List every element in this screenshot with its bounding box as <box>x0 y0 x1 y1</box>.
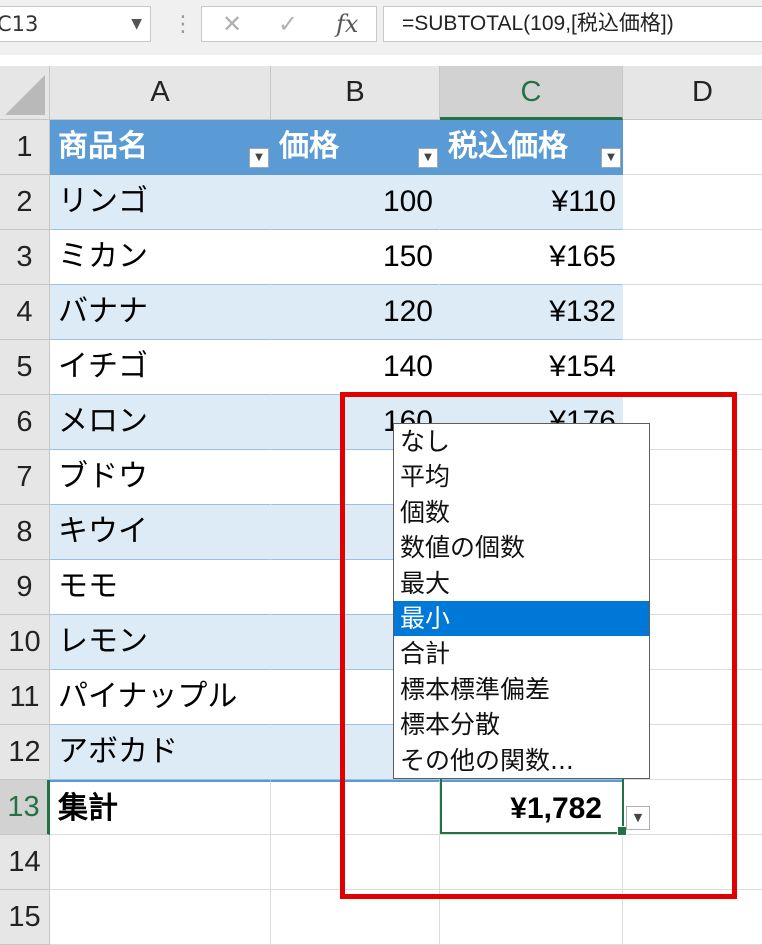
grid-cell[interactable] <box>50 890 271 945</box>
row-header-5[interactable]: 5 <box>0 340 50 395</box>
price-cell[interactable]: 150 <box>271 230 440 285</box>
row-header-14[interactable]: 14 <box>0 835 50 890</box>
name-box-value: C13 <box>0 12 39 36</box>
row-header-8[interactable]: 8 <box>0 505 50 560</box>
chevron-down-icon[interactable]: ▼ <box>131 7 142 41</box>
grid-cell[interactable] <box>623 285 762 340</box>
formula-bar: C13 ▼ ⋮ ✕ ✓ fx =SUBTOTAL(109,[税込価格]) <box>0 0 762 55</box>
product-name-cell[interactable]: バナナ <box>50 285 271 340</box>
more-options-icon[interactable]: ⋮ <box>172 10 194 40</box>
row-header-15[interactable]: 15 <box>0 890 50 945</box>
table-header-cell[interactable]: 商品名 <box>50 120 271 175</box>
row-header-12[interactable]: 12 <box>0 725 50 780</box>
product-name-cell[interactable]: メロン <box>50 395 271 450</box>
row-header-13[interactable]: 13 <box>0 780 50 835</box>
row-header-3[interactable]: 3 <box>0 230 50 285</box>
annotation-highlight-box <box>340 392 737 899</box>
price-cell[interactable]: 100 <box>271 175 440 230</box>
filter-dropdown-icon[interactable]: ▼ <box>249 148 269 168</box>
grid-cell[interactable] <box>50 835 271 890</box>
column-header-d[interactable]: D <box>623 66 762 120</box>
price-cell[interactable]: 120 <box>271 285 440 340</box>
grid-cell[interactable] <box>623 120 762 175</box>
insert-function-icon[interactable]: fx <box>336 7 358 41</box>
filter-dropdown-icon[interactable]: ▼ <box>601 148 621 168</box>
total-label-cell[interactable]: 集計 <box>50 780 271 835</box>
filter-dropdown-icon[interactable]: ▼ <box>418 148 438 168</box>
cancel-icon[interactable]: ✕ <box>222 7 242 41</box>
table-header-cell[interactable]: 価格 <box>271 120 440 175</box>
product-name-cell[interactable]: リンゴ <box>50 175 271 230</box>
row-header-2[interactable]: 2 <box>0 175 50 230</box>
product-name-cell[interactable]: ミカン <box>50 230 271 285</box>
row-header-4[interactable]: 4 <box>0 285 50 340</box>
row-header-9[interactable]: 9 <box>0 560 50 615</box>
product-name-cell[interactable]: レモン <box>50 615 271 670</box>
grid-cell[interactable] <box>623 175 762 230</box>
row-header-6[interactable]: 6 <box>0 395 50 450</box>
product-name-cell[interactable]: キウイ <box>50 505 271 560</box>
grid-cell[interactable] <box>623 230 762 285</box>
product-name-cell[interactable]: ブドウ <box>50 450 271 505</box>
tax-price-cell[interactable]: ¥165 <box>440 230 623 285</box>
price-cell[interactable]: 140 <box>271 340 440 395</box>
enter-icon[interactable]: ✓ <box>278 7 298 41</box>
column-header-b[interactable]: B <box>271 66 440 120</box>
column-header-a[interactable]: A <box>50 66 271 120</box>
row-header-7[interactable]: 7 <box>0 450 50 505</box>
row-header-11[interactable]: 11 <box>0 670 50 725</box>
product-name-cell[interactable]: パイナップル <box>50 670 271 725</box>
row-header-1[interactable]: 1 <box>0 120 50 175</box>
select-all-button[interactable] <box>0 66 50 120</box>
formula-buttons: ✕ ✓ fx <box>201 6 377 42</box>
row-header-10[interactable]: 10 <box>0 615 50 670</box>
name-box[interactable]: C13 ▼ <box>0 6 151 42</box>
product-name-cell[interactable]: イチゴ <box>50 340 271 395</box>
product-name-cell[interactable]: アボカド <box>50 725 271 780</box>
tax-price-cell[interactable]: ¥110 <box>440 175 623 230</box>
tax-price-cell[interactable]: ¥154 <box>440 340 623 395</box>
product-name-cell[interactable]: モモ <box>50 560 271 615</box>
grid-cell[interactable] <box>623 340 762 395</box>
tax-price-cell[interactable]: ¥132 <box>440 285 623 340</box>
column-header-c[interactable]: C <box>440 66 623 120</box>
formula-input[interactable]: =SUBTOTAL(109,[税込価格]) <box>383 6 762 42</box>
table-header-cell[interactable]: 税込価格 <box>440 120 623 175</box>
